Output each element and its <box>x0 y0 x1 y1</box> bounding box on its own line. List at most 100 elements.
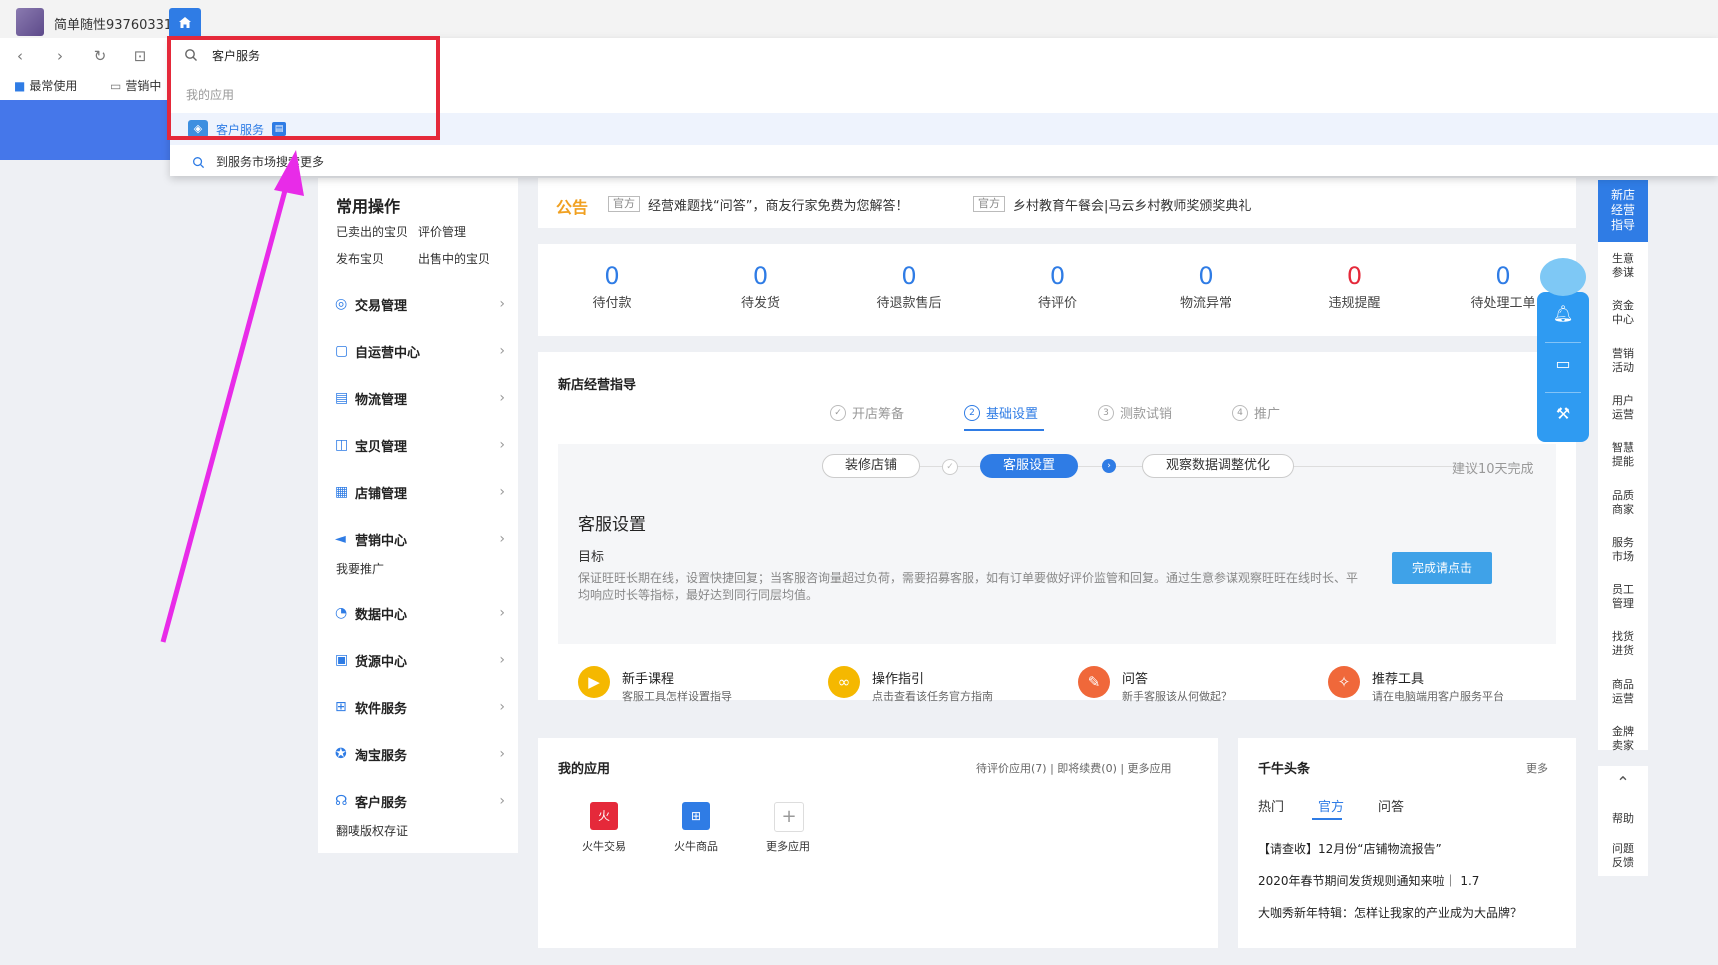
quick-link-sold-items[interactable]: 已卖出的宝贝 <box>336 223 408 240</box>
apps-links[interactable]: 待评价应用(7) | 即将续费(0) | 更多应用 <box>976 760 1172 776</box>
right-item[interactable]: 用户运营 <box>1598 394 1648 422</box>
tool-title[interactable]: 推荐工具 <box>1372 668 1424 687</box>
sidebar-item-products[interactable]: ◫ 宝贝管理 › <box>335 434 505 456</box>
sidebar-item-marketing[interactable]: ◄ 营销中心 › <box>335 528 505 550</box>
back-icon[interactable]: ‹ <box>10 46 30 66</box>
bookmark-frequent[interactable]: ■ 最常使用 <box>14 77 77 94</box>
substep-decorate[interactable]: 装修店铺 <box>822 454 920 478</box>
search-icon <box>192 154 205 173</box>
truck-icon: ▤ <box>335 390 349 406</box>
goal-label: 目标 <box>578 550 605 565</box>
sidebar-sub-copyright[interactable]: 翻唛版权存证 <box>336 822 408 839</box>
right-item[interactable]: 服务市场 <box>1598 536 1648 564</box>
substep-optimize[interactable]: 观察数据调整优化 <box>1142 454 1294 478</box>
stat-item[interactable]: 0 物流异常 <box>1146 262 1266 311</box>
tool-title[interactable]: 操作指引 <box>872 668 924 687</box>
sidebar-item-label: 物流管理 <box>355 392 408 408</box>
active-step-underline <box>964 429 1044 431</box>
sidebar-item-self-ops[interactable]: ▢ 自运营中心 › <box>335 340 505 362</box>
stat-item[interactable]: 0 待付款 <box>552 262 672 311</box>
feedback-link[interactable]: 问题反馈 <box>1598 842 1648 870</box>
right-item[interactable]: 品质商家 <box>1598 489 1648 517</box>
divider <box>1545 342 1581 343</box>
news-item[interactable]: 大咖秀新年特辑：怎样让我家的产业成为大品牌？ <box>1258 904 1522 921</box>
right-item[interactable]: 商品运营 <box>1598 678 1648 706</box>
stat-item[interactable]: 0 待评价 <box>998 262 1118 311</box>
substep-customer-service[interactable]: 客服设置 <box>980 454 1078 478</box>
box-icon: ▣ <box>335 652 349 668</box>
sidebar-item-trade[interactable]: ◎ 交易管理 › <box>335 293 505 315</box>
tab-qa[interactable]: 问答 <box>1378 796 1404 815</box>
right-item[interactable]: 智慧提能 <box>1598 441 1648 469</box>
avatar[interactable] <box>16 8 44 36</box>
message-icon[interactable]: ▭ <box>1537 354 1589 373</box>
chevron-up-icon[interactable]: ⌃ <box>1598 775 1648 791</box>
sidebar-item-label: 软件服务 <box>355 701 408 717</box>
stat-value: 0 <box>1198 262 1214 290</box>
mascot-icon[interactable] <box>1540 258 1586 296</box>
right-item[interactable]: 生意参谋 <box>1598 252 1648 280</box>
sidebar-item-logistics[interactable]: ▤ 物流管理 › <box>335 387 505 409</box>
quick-link-on-sale[interactable]: 出售中的宝贝 <box>418 250 490 267</box>
huoniu-product-icon[interactable]: ⊞ <box>682 802 710 830</box>
right-item[interactable]: 营销活动 <box>1598 347 1648 375</box>
screenshot-icon[interactable]: ⊡ <box>130 46 150 66</box>
sidebar-item-store[interactable]: ▦ 店铺管理 › <box>335 481 505 503</box>
quick-link-publish[interactable]: 发布宝贝 <box>336 250 384 267</box>
app-label[interactable]: 火牛商品 <box>656 838 736 854</box>
step-test-sale[interactable]: 3 测款试销 <box>1098 403 1172 422</box>
huoniu-trade-icon[interactable]: 火 <box>590 802 618 830</box>
stat-item[interactable]: 0 待发货 <box>701 262 821 311</box>
news-item[interactable]: 2020年春节期间发货规则通知来啦｜ 1.7 <box>1258 872 1479 889</box>
complete-button[interactable]: 完成请点击 <box>1392 552 1492 584</box>
plus-icon[interactable]: + <box>774 802 804 832</box>
step-number: 3 <box>1098 404 1114 421</box>
sidebar-item-taobao-service[interactable]: ✪ 淘宝服务 › <box>335 743 505 765</box>
tab-hot[interactable]: 热门 <box>1258 796 1284 815</box>
step-promote[interactable]: 4 推广 <box>1232 403 1280 422</box>
chart-icon: ◔ <box>335 605 348 621</box>
chevron-right-icon: › <box>499 390 505 406</box>
sidebar-item-label: 货源中心 <box>355 654 408 670</box>
app-label[interactable]: 更多应用 <box>748 838 828 854</box>
right-item[interactable]: 员工管理 <box>1598 583 1648 611</box>
sidebar-item-data[interactable]: ◔ 数据中心 › <box>335 602 505 624</box>
sidebar-item-software[interactable]: ⊞ 软件服务 › <box>335 696 505 718</box>
right-item[interactable]: 找货进货 <box>1598 630 1648 658</box>
stat-value: 0 <box>604 262 620 290</box>
sidebar-sub-promote[interactable]: 我要推广 <box>336 560 384 577</box>
stat-label: 物流异常 <box>1179 296 1232 311</box>
step-label: 推广 <box>1254 407 1281 422</box>
tab-official[interactable]: 官方 <box>1318 796 1344 815</box>
stat-item[interactable]: 0 待退款售后 <box>849 262 969 311</box>
app-label[interactable]: 火牛交易 <box>564 838 644 854</box>
news-item[interactable]: 【请查收】12月份“店铺物流报告” <box>1258 840 1442 857</box>
headset-icon: ☊ <box>335 793 348 809</box>
step-prepare[interactable]: ✓ 开店筹备 <box>830 403 904 422</box>
title-bar <box>0 0 1718 38</box>
username[interactable]: 简单随性93760331 <box>54 14 172 33</box>
right-item[interactable]: 资金中心 <box>1598 299 1648 327</box>
search-market-link[interactable]: 到服务市场搜索更多 <box>216 153 324 170</box>
notice-link[interactable]: 乡村教育午餐会|马云乡村教师奖颁奖典礼 <box>1013 195 1251 214</box>
right-item-new-store-guide[interactable]: 新店经营指导 <box>1598 180 1648 242</box>
news-more-link[interactable]: 更多 <box>1526 760 1548 776</box>
forward-icon[interactable]: › <box>50 46 70 66</box>
notice-link[interactable]: 经营难题找“问答”，商友行家免费为您解答！ <box>648 195 908 214</box>
quick-link-reviews[interactable]: 评价管理 <box>418 223 466 240</box>
tool-title[interactable]: 问答 <box>1122 668 1148 687</box>
refresh-icon[interactable]: ↻ <box>90 46 110 66</box>
help-link[interactable]: 帮助 <box>1598 812 1648 826</box>
sidebar-item-customer-service[interactable]: ☊ 客户服务 › <box>335 790 505 812</box>
bookmark-marketing[interactable]: ▭ 营销中 <box>110 77 161 94</box>
tool-title[interactable]: 新手课程 <box>622 668 674 687</box>
right-item[interactable]: 金牌卖家 <box>1598 725 1648 753</box>
wrench-icon[interactable]: ⚒ <box>1537 404 1589 423</box>
bell-icon[interactable]: 🔔︎ <box>1537 304 1589 323</box>
sidebar-item-label: 宝贝管理 <box>355 439 408 455</box>
stat-item[interactable]: 0 违规提醒 <box>1295 262 1415 311</box>
step-basic-settings[interactable]: 2 基础设置 <box>964 403 1038 422</box>
sidebar-item-sourcing[interactable]: ▣ 货源中心 › <box>335 649 505 671</box>
home-tab-button[interactable] <box>169 8 201 38</box>
chevron-right-icon: › <box>499 437 505 453</box>
